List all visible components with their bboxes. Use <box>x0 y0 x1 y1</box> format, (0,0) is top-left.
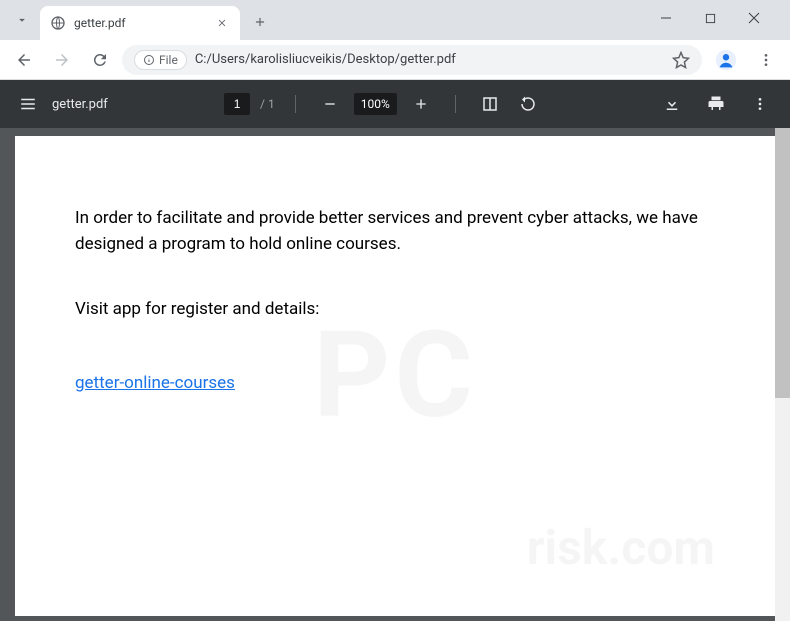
maximize-icon <box>705 13 716 24</box>
pdf-toolbar-center: / 1 100% <box>224 90 542 118</box>
scrollbar[interactable] <box>775 128 790 621</box>
arrow-right-icon <box>53 51 71 69</box>
close-window-button[interactable] <box>740 4 768 32</box>
watermark-sub: risk.com <box>527 519 715 576</box>
rotate-icon <box>519 95 537 113</box>
info-icon <box>143 54 155 66</box>
bookmark-button[interactable] <box>672 51 690 69</box>
back-button[interactable] <box>8 44 40 76</box>
rotate-button[interactable] <box>514 90 542 118</box>
minus-icon <box>322 96 338 112</box>
browser-tabs-strip: getter.pdf <box>0 0 790 40</box>
minimize-button[interactable] <box>652 4 680 32</box>
browser-tab[interactable]: getter.pdf <box>40 6 240 40</box>
download-icon <box>663 95 681 113</box>
pdf-filename: getter.pdf <box>52 97 108 112</box>
pdf-link[interactable]: getter-online-courses <box>75 373 235 393</box>
close-icon <box>217 18 227 28</box>
url-field[interactable]: File C:/Users/karolisliucveikis/Desktop/… <box>122 45 702 75</box>
file-chip-label: File <box>159 53 178 67</box>
print-button[interactable] <box>702 90 730 118</box>
pdf-menu-button[interactable] <box>16 92 40 116</box>
profile-button[interactable] <box>712 46 740 74</box>
globe-icon <box>50 15 66 31</box>
star-icon <box>672 51 690 69</box>
profile-icon <box>715 49 737 71</box>
pdf-toolbar: getter.pdf / 1 100% <box>0 80 790 128</box>
pdf-page: In order to facilitate and provide bette… <box>15 136 775 616</box>
fit-page-button[interactable] <box>476 90 504 118</box>
pdf-viewport: In order to facilitate and provide bette… <box>0 128 790 621</box>
kebab-icon <box>752 96 768 112</box>
file-chip: File <box>134 50 187 70</box>
tab-title: getter.pdf <box>74 16 206 30</box>
browser-menu-button[interactable] <box>750 44 782 76</box>
minimize-icon <box>660 12 672 24</box>
maximize-button[interactable] <box>696 4 724 32</box>
pdf-toolbar-right <box>658 90 774 118</box>
arrow-left-icon <box>15 51 33 69</box>
toolbar-divider <box>455 95 456 113</box>
scrollbar-thumb[interactable] <box>775 128 790 398</box>
zoom-level: 100% <box>354 93 397 115</box>
close-icon <box>748 12 760 24</box>
url-text: C:/Users/karolisliucveikis/Desktop/gette… <box>195 52 664 67</box>
page-number-input[interactable] <box>224 93 250 115</box>
plus-icon <box>253 15 267 29</box>
new-tab-button[interactable] <box>246 8 274 36</box>
page-total: / 1 <box>260 97 275 111</box>
pdf-paragraph: In order to facilitate and provide bette… <box>75 206 715 257</box>
window-controls <box>652 4 782 40</box>
pdf-more-button[interactable] <box>746 90 774 118</box>
address-bar: File C:/Users/karolisliucveikis/Desktop/… <box>0 40 790 80</box>
pdf-paragraph: Visit app for register and details: <box>75 297 715 323</box>
toolbar-divider <box>295 95 296 113</box>
zoom-in-button[interactable] <box>407 90 435 118</box>
kebab-icon <box>758 52 774 68</box>
plus-icon <box>413 96 429 112</box>
zoom-out-button[interactable] <box>316 90 344 118</box>
tab-close-button[interactable] <box>214 15 230 31</box>
download-button[interactable] <box>658 90 686 118</box>
fit-page-icon <box>481 95 499 113</box>
chevron-down-icon <box>15 13 29 27</box>
reload-icon <box>91 51 109 69</box>
tabs-dropdown-button[interactable] <box>8 6 36 34</box>
print-icon <box>707 95 725 113</box>
hamburger-icon <box>19 95 37 113</box>
forward-button[interactable] <box>46 44 78 76</box>
reload-button[interactable] <box>84 44 116 76</box>
